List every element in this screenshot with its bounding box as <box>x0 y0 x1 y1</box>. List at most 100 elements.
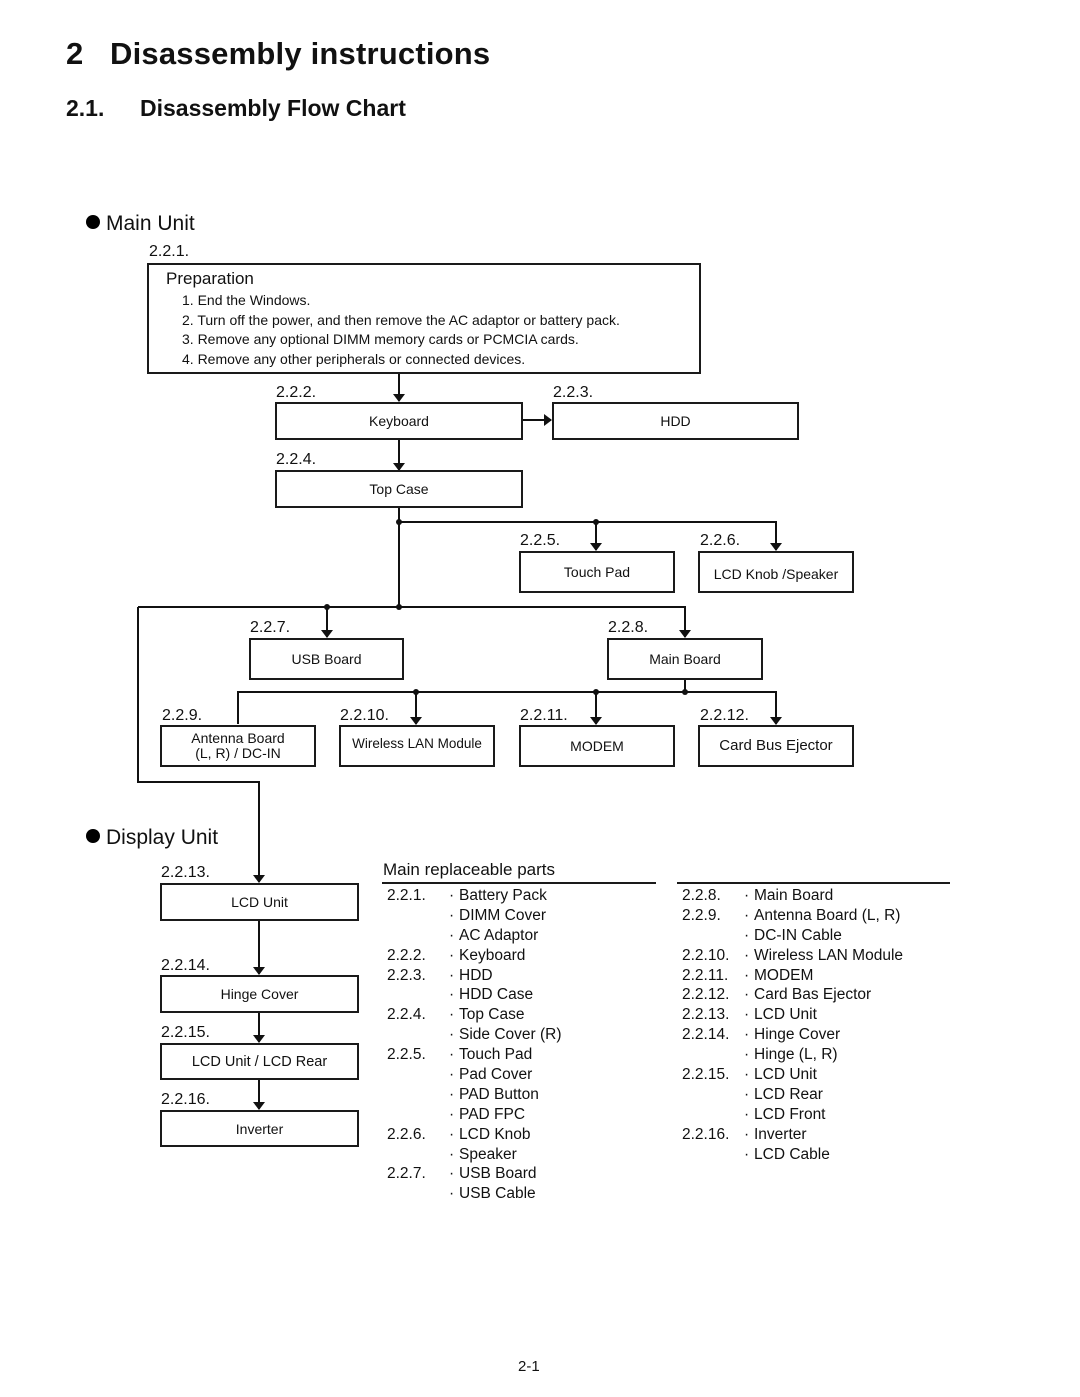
bullet-icon: · <box>744 1046 750 1064</box>
bullet-icon: · <box>449 926 455 944</box>
bullet-icon: · <box>744 966 750 984</box>
parts-item-name: DC-IN Cable <box>754 926 842 944</box>
parts-row: 2.2.12. · Card Bas Ejector <box>682 985 903 1005</box>
parts-rule-right <box>677 882 950 884</box>
flow-box-lcd-unit: LCD Unit <box>160 883 359 921</box>
flow-box-touch-pad: Touch Pad <box>519 551 675 593</box>
step-number: 2.2.8. <box>608 619 649 636</box>
step-number: 2.2.3. <box>553 384 594 401</box>
preparation-item: 2. Turn off the power, and then remove t… <box>182 311 620 328</box>
parts-step-code <box>387 906 449 926</box>
preparation-item: 4. Remove any other peripherals or conne… <box>182 350 526 367</box>
bullet-icon: · <box>449 1006 455 1024</box>
step-number: 2.2.5. <box>520 532 561 549</box>
parts-step-code: 2.2.16. <box>682 1125 730 1143</box>
junction-dot <box>682 689 688 695</box>
parts-step-code: 2.2.3. <box>387 966 426 984</box>
step-number: 2.2.9. <box>162 707 203 724</box>
junction-dot <box>324 604 330 610</box>
parts-row: 2.2.11. · MODEM <box>682 966 903 986</box>
preparation-box: Preparation 1. End the Windows. 2. Turn … <box>147 263 701 374</box>
parts-row: 2.2.10. · Wireless LAN Module <box>682 946 903 966</box>
bullet-icon: · <box>449 986 455 1004</box>
parts-row: · PAD FPC <box>387 1105 562 1125</box>
bullet-icon: · <box>744 926 750 944</box>
parts-row: · HDD Case <box>387 985 562 1005</box>
parts-step-code <box>682 1145 744 1165</box>
parts-step-code: 2.2.6. <box>387 1125 426 1143</box>
step-number: 2.2.10. <box>340 707 389 724</box>
parts-step-code: 2.2.10. <box>682 946 730 964</box>
parts-row: 2.2.3. · HDD <box>387 966 562 986</box>
parts-item-name: Touch Pad <box>459 1046 533 1064</box>
step-number: 2.2.12. <box>700 707 749 724</box>
main-unit-heading: Main Unit <box>86 212 195 236</box>
parts-row: 2.2.13. · LCD Unit <box>682 1005 903 1025</box>
parts-item-name: Battery Pack <box>459 887 547 904</box>
step-number: 2.2.13. <box>161 864 210 881</box>
step-number: 2.2.2. <box>276 384 317 401</box>
parts-step-code: 2.2.13. <box>682 1006 730 1024</box>
bullet-icon: · <box>449 1105 455 1123</box>
flow-box-usb-board: USB Board <box>249 638 404 680</box>
parts-item-name: HDD <box>459 966 493 984</box>
parts-item-name: USB Cable <box>459 1185 536 1203</box>
parts-row: 2.2.16. · Inverter <box>682 1125 903 1145</box>
parts-row: · DIMM Cover <box>387 906 562 926</box>
parts-step-code <box>387 1145 449 1165</box>
flow-box-keyboard: Keyboard <box>275 402 523 440</box>
bullet-icon: · <box>449 1145 455 1163</box>
bullet-icon <box>86 829 100 843</box>
bullet-icon <box>86 215 100 229</box>
parts-step-code <box>387 1085 449 1105</box>
parts-step-code: 2.2.8. <box>682 887 721 904</box>
parts-item-name: LCD Front <box>754 1105 826 1123</box>
parts-item-name: LCD Unit <box>754 1066 817 1084</box>
display-unit-heading: Display Unit <box>86 826 218 850</box>
parts-title: Main replaceable parts <box>383 860 555 879</box>
parts-item-name: PAD Button <box>459 1085 539 1103</box>
junction-dot <box>396 519 402 525</box>
parts-item-name: LCD Cable <box>754 1145 830 1163</box>
page-number: 2-1 <box>518 1358 540 1375</box>
step-number: 2.2.7. <box>250 619 291 636</box>
parts-step-code <box>387 926 449 946</box>
step-number: 2.2.14. <box>161 957 210 974</box>
bullet-icon: · <box>449 1165 455 1183</box>
parts-item-name: USB Board <box>459 1165 537 1183</box>
parts-item-name: Pad Cover <box>459 1066 533 1084</box>
connector-branch-low <box>237 691 782 725</box>
parts-item-name: AC Adaptor <box>459 926 539 944</box>
step-number: 2.2.11. <box>520 707 568 724</box>
bullet-icon: · <box>744 906 750 924</box>
bullet-icon: · <box>449 1185 455 1203</box>
bullet-icon: · <box>449 906 455 924</box>
flow-box-lcd-unit-lcd-rear: LCD Unit / LCD Rear <box>160 1043 359 1080</box>
bullet-icon: · <box>449 1046 455 1064</box>
parts-row: 2.2.15. · LCD Unit <box>682 1065 903 1085</box>
bullet-icon: · <box>744 1066 750 1084</box>
flow-box-wireless-lan-module: Wireless LAN Module <box>339 725 495 767</box>
parts-item-name: Main Board <box>754 887 834 904</box>
parts-row: 2.2.4. · Top Case <box>387 1005 562 1025</box>
step-number: 2.2.1. <box>149 243 190 260</box>
parts-step-code: 2.2.7. <box>387 1165 426 1183</box>
parts-row: · Speaker <box>387 1145 562 1165</box>
parts-row: 2.2.5. · Touch Pad <box>387 1045 562 1065</box>
bullet-icon: · <box>744 1006 750 1024</box>
step-number: 2.2.15. <box>161 1024 210 1041</box>
preparation-list: 1. End the Windows. 2. Turn off the powe… <box>182 291 620 369</box>
parts-step-code <box>387 1025 449 1045</box>
bullet-icon: · <box>449 1125 455 1143</box>
parts-row: 2.2.9. · Antenna Board (L, R) <box>682 906 903 926</box>
parts-item-name: LCD Unit <box>754 1006 817 1024</box>
step-number: 2.2.6. <box>700 532 741 549</box>
flow-box-hinge-cover: Hinge Cover <box>160 975 359 1013</box>
parts-row: · Pad Cover <box>387 1065 562 1085</box>
parts-item-name: PAD FPC <box>459 1105 526 1123</box>
parts-step-code <box>682 926 744 946</box>
parts-item-name: Wireless LAN Module <box>754 946 904 964</box>
parts-row: · USB Cable <box>387 1184 562 1204</box>
parts-item-name: MODEM <box>754 966 814 984</box>
junction-dot <box>593 689 599 695</box>
